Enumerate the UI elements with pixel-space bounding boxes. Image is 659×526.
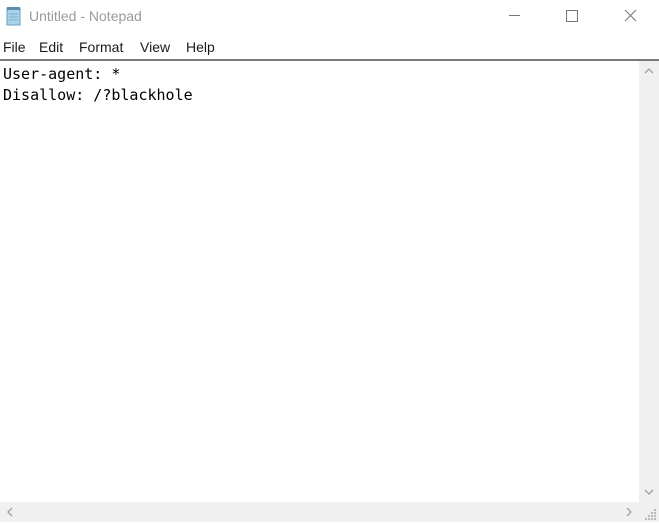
scroll-down-arrow-icon[interactable] <box>639 482 659 502</box>
editor-content[interactable]: User-agent: * Disallow: /?blackhole <box>0 61 639 106</box>
menu-edit[interactable]: Edit <box>39 39 63 55</box>
scroll-up-arrow-icon[interactable] <box>639 61 659 81</box>
menu-format[interactable]: Format <box>79 39 123 55</box>
notepad-icon <box>6 7 21 26</box>
scroll-right-arrow-icon[interactable] <box>619 502 639 522</box>
vertical-scrollbar[interactable] <box>639 61 659 502</box>
resize-grip[interactable] <box>639 502 659 522</box>
menu-view[interactable]: View <box>140 39 170 55</box>
resize-grip-icon <box>645 509 656 520</box>
text-editor[interactable]: User-agent: * Disallow: /?blackhole <box>0 61 639 502</box>
menu-file[interactable]: File <box>3 39 26 55</box>
scroll-left-arrow-icon[interactable] <box>0 502 20 522</box>
maximize-button[interactable] <box>543 0 601 33</box>
minimize-button[interactable] <box>485 0 543 33</box>
window-title: Untitled - Notepad <box>29 8 142 24</box>
minimize-icon <box>509 15 520 16</box>
close-icon <box>624 9 637 22</box>
close-button[interactable] <box>601 0 659 33</box>
horizontal-scrollbar[interactable] <box>0 502 639 522</box>
menu-help[interactable]: Help <box>186 39 215 55</box>
title-bar[interactable]: Untitled - Notepad <box>0 0 659 33</box>
maximize-icon <box>566 10 578 22</box>
menu-bar: File Edit Format View Help <box>0 33 659 59</box>
